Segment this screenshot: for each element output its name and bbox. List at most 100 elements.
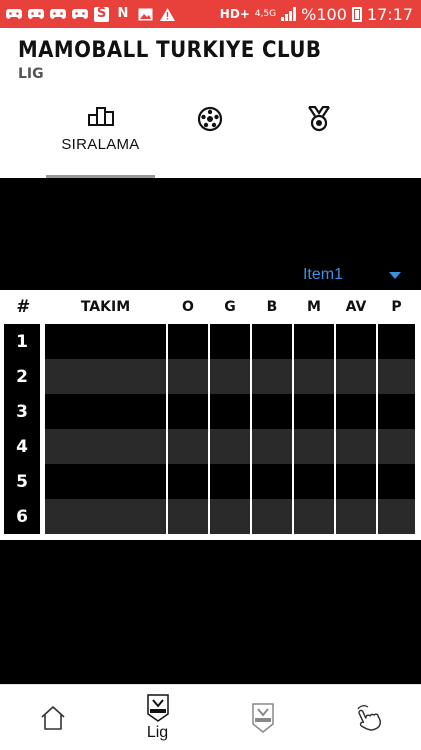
stat-cell: [378, 394, 415, 429]
soccer-ball-icon: [197, 106, 222, 132]
rank-number: 6: [16, 506, 28, 527]
clock: 17:17: [366, 4, 413, 24]
stat-cell: [378, 324, 415, 359]
col-header-played: O: [182, 299, 194, 315]
status-indicators: HD+ 4,5G %100 17:17: [220, 5, 413, 24]
group-select-value: Item1: [302, 266, 343, 283]
rank-cell: 1: [4, 324, 40, 359]
page-title: MAMOBALL TURKIYE CLUB: [18, 38, 322, 63]
gamepad-icon: [28, 7, 44, 21]
filter-panel: Item1: [0, 178, 421, 290]
rank-cell: 4: [4, 429, 40, 464]
network-type-label: 4,5G: [254, 8, 277, 19]
team-cell: [45, 324, 166, 359]
standings-table: 1 2 3 4 5 6: [0, 324, 421, 538]
podium-icon: [87, 107, 114, 126]
page-subtitle: LIG: [18, 66, 44, 82]
group-select[interactable]: Item1: [303, 266, 401, 284]
stat-cell: [168, 324, 208, 359]
stat-cell: [168, 429, 208, 464]
stat-cell: [168, 499, 208, 534]
rank-cell: 2: [4, 359, 40, 394]
stat-cell: [336, 429, 376, 464]
stat-cell: [336, 464, 376, 499]
team-cell: [45, 394, 166, 429]
stat-cell: [336, 499, 376, 534]
tap-hand-icon: [356, 705, 381, 731]
rank-number: 3: [16, 401, 28, 422]
stat-cell: [336, 394, 376, 429]
rank-number: 4: [16, 436, 28, 457]
team-cell: [45, 499, 166, 534]
col-header-won: G: [224, 299, 236, 315]
stat-cell: [294, 499, 334, 534]
stat-cell: [210, 429, 250, 464]
table-row[interactable]: 5: [0, 464, 421, 499]
team-cell: [45, 359, 166, 394]
battery-icon: [351, 6, 362, 22]
standings-table-header: # TAKIM O G B M AV P: [0, 290, 421, 324]
content-area: [0, 540, 421, 684]
bottom-navigation: Lig: [0, 684, 421, 750]
col-header-goal-diff: AV: [345, 299, 367, 315]
tab-bar: SIRALAMA: [0, 100, 421, 178]
stat-cell: [210, 324, 250, 359]
rank-cell: 6: [4, 499, 40, 534]
col-header-rank: #: [16, 297, 28, 317]
stat-cell: [252, 394, 292, 429]
nav-home[interactable]: [0, 685, 105, 750]
status-bar: S N HD+ 4,5G %100 17:17: [0, 0, 421, 28]
table-row[interactable]: 3: [0, 394, 421, 429]
table-row[interactable]: 6: [0, 499, 421, 534]
table-row[interactable]: 4: [0, 429, 421, 464]
stat-cell: [168, 464, 208, 499]
stat-cell: [294, 464, 334, 499]
stat-cell: [252, 464, 292, 499]
nav-league-label: Lig: [146, 724, 169, 741]
nav-cup[interactable]: [210, 685, 315, 750]
stat-cell: [252, 359, 292, 394]
signal-icon: [281, 7, 297, 21]
battery-percent: %100: [301, 4, 347, 24]
network-label: HD+: [219, 7, 250, 21]
stat-cell: [210, 464, 250, 499]
gamepad-icon: [50, 7, 66, 21]
rank-number: 5: [16, 471, 28, 492]
stat-cell: [336, 359, 376, 394]
image-icon: [137, 7, 153, 21]
warning-icon: [159, 7, 175, 21]
league-badge-icon: [146, 694, 169, 722]
col-header-team: TAKIM: [80, 299, 131, 315]
rank-number: 1: [16, 331, 28, 352]
stat-cell: [252, 429, 292, 464]
rank-cell: 5: [4, 464, 40, 499]
tab-standings-label: SIRALAMA: [61, 136, 140, 153]
stat-cell: [294, 394, 334, 429]
stat-cell: [294, 324, 334, 359]
stat-cell: [210, 359, 250, 394]
s-app-icon: S: [94, 6, 109, 22]
stat-cell: [294, 429, 334, 464]
n-app-icon: N: [117, 6, 129, 21]
team-cell: [45, 464, 166, 499]
col-header-drawn: B: [266, 299, 278, 315]
stat-cell: [336, 324, 376, 359]
gamepad-icon: [6, 7, 22, 21]
stat-cell: [294, 359, 334, 394]
col-header-lost: M: [307, 299, 321, 315]
stat-cell: [252, 324, 292, 359]
table-row[interactable]: 2: [0, 359, 421, 394]
tab-matches[interactable]: [155, 100, 264, 178]
dropdown-arrow-icon: [389, 271, 401, 279]
table-row[interactable]: 1: [0, 324, 421, 359]
nav-interaction[interactable]: [315, 685, 420, 750]
nav-league[interactable]: Lig: [105, 685, 210, 750]
app-header: MAMOBALL TURKIYE CLUB LIG SIRALAMA: [0, 28, 421, 178]
gamepad-icon: [72, 7, 88, 21]
tab-awards[interactable]: [264, 100, 373, 178]
tab-standings[interactable]: SIRALAMA: [46, 100, 155, 178]
rank-number: 2: [16, 366, 28, 387]
medal-icon: [307, 106, 330, 132]
stat-cell: [252, 499, 292, 534]
stat-cell: [210, 499, 250, 534]
